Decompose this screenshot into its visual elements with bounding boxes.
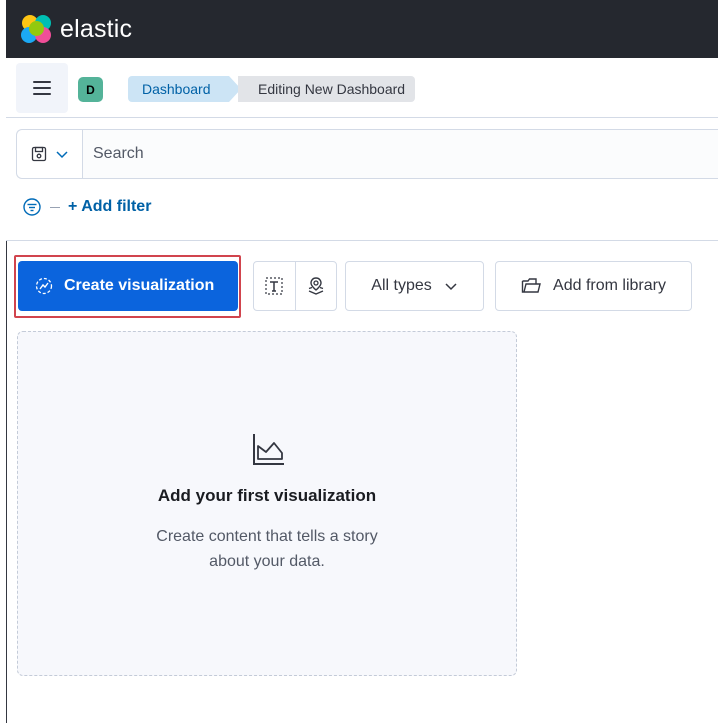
filter-divider — [50, 206, 60, 208]
empty-state-title: Add your first visualization — [157, 486, 377, 505]
breadcrumb-editing-dashboard: Editing New Dashboard — [238, 76, 416, 102]
empty-dashboard-panel: Add your first visualization Create cont… — [17, 331, 517, 676]
add-from-library-label: Add from library — [553, 277, 666, 294]
add-from-library-button[interactable]: Add from library — [495, 261, 692, 311]
filter-icon[interactable] — [22, 197, 42, 217]
all-types-dropdown[interactable]: All types — [345, 261, 484, 311]
top-header: elastic — [6, 0, 718, 58]
filter-row: + Add filter — [22, 194, 151, 220]
breadcrumb-dashboard[interactable]: Dashboard — [128, 76, 240, 102]
menu-toggle-button[interactable] — [16, 63, 68, 113]
area-chart-icon — [253, 434, 284, 465]
search-input[interactable] — [83, 131, 718, 177]
breadcrumb-bar: D Dashboard Editing New Dashboard — [6, 58, 718, 118]
query-bar — [16, 129, 718, 179]
chevron-down-icon — [445, 283, 457, 291]
section-divider — [6, 240, 718, 241]
add-map-button[interactable] — [296, 262, 337, 310]
all-types-label: All types — [371, 277, 432, 294]
left-edge-line — [6, 241, 7, 723]
add-text-button[interactable] — [254, 262, 296, 310]
hamburger-icon — [33, 81, 51, 95]
save-icon — [31, 146, 46, 162]
elastic-logo-icon[interactable] — [20, 12, 54, 46]
empty-state-description: Create content that tells a story about … — [18, 524, 516, 574]
chevron-down-icon — [55, 151, 68, 159]
map-pin-icon — [308, 277, 324, 295]
quick-add-group — [253, 261, 337, 311]
add-filter-button[interactable]: + Add filter — [68, 198, 151, 216]
text-icon — [265, 277, 283, 295]
empty-state-line-2: about your data. — [209, 553, 325, 570]
visualize-icon — [35, 277, 53, 295]
create-visualization-label: Create visualization — [64, 277, 215, 294]
brand-name: elastic — [60, 14, 133, 43]
empty-state-line-1: Create content that tells a story — [156, 528, 378, 545]
space-avatar[interactable]: D — [78, 77, 103, 102]
create-visualization-button[interactable]: Create visualization — [18, 261, 238, 311]
folder-icon — [521, 278, 541, 293]
saved-query-menu-button[interactable] — [17, 130, 83, 178]
